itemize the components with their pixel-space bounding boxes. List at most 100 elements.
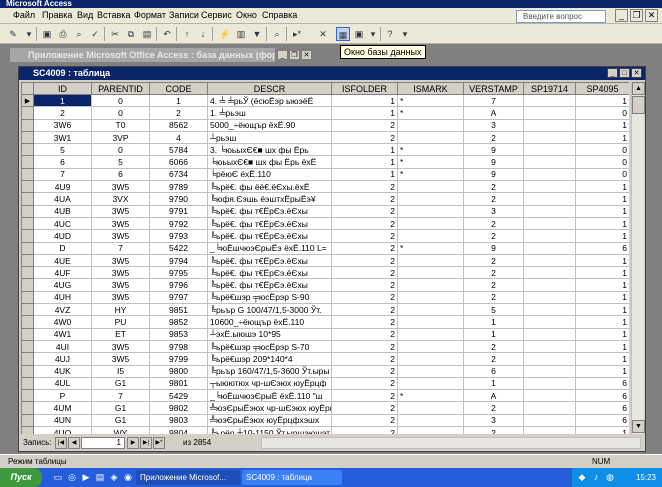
cell-verstamp[interactable]: 2 bbox=[463, 180, 524, 194]
column-header-id[interactable]: ID bbox=[33, 82, 92, 95]
database-window-icon[interactable]: ▦ bbox=[336, 27, 350, 41]
table-row[interactable]: 4UM G1 9802 ╩юэЄрыЁэюх чр-шЄэюх юуЁрцф 2 2 6 bbox=[21, 401, 629, 415]
cell-ismark[interactable] bbox=[397, 315, 464, 329]
cell-verstamp[interactable]: 2 bbox=[463, 278, 524, 292]
cell-descr[interactable]: ╚юфя.Єэшь ёэштхЁрыЁэ¥ bbox=[207, 192, 332, 206]
cell-parentid[interactable]: 3W5 bbox=[91, 266, 150, 280]
row-selector[interactable] bbox=[21, 352, 34, 366]
cell-ismark[interactable]: * bbox=[397, 167, 464, 182]
table-window-titlebar[interactable]: SC4009 : таблица bbox=[19, 67, 645, 80]
row-selector[interactable] bbox=[21, 327, 34, 341]
cell-parentid[interactable]: 3W5 bbox=[91, 216, 150, 231]
cell-sp4095[interactable]: 1 bbox=[575, 204, 629, 218]
cell-ismark[interactable] bbox=[397, 278, 464, 292]
find-icon[interactable]: ⌕ bbox=[270, 27, 284, 41]
cell-code[interactable]: 9794 bbox=[149, 253, 208, 268]
cell-sp19714[interactable] bbox=[523, 290, 576, 305]
help-icon[interactable]: ? bbox=[383, 27, 397, 41]
cell-sp19714[interactable] bbox=[523, 106, 576, 120]
help-search-input[interactable]: Введите вопрос bbox=[516, 10, 606, 23]
previous-record-icon[interactable]: ◀ bbox=[68, 437, 80, 449]
cell-code[interactable]: 9790 bbox=[149, 192, 208, 206]
menu-format[interactable]: Формат bbox=[134, 10, 166, 20]
cell-descr[interactable]: ┬ыюютюх чр-шЄэюх юуЁрцф bbox=[207, 376, 332, 391]
cell-verstamp[interactable]: 9 bbox=[463, 143, 524, 157]
cell-isfolder[interactable]: 2 bbox=[331, 376, 398, 391]
cell-id[interactable]: 4VZ bbox=[33, 303, 92, 317]
cell-descr[interactable]: ╚ьрё€шэр ╤юсЁрэр S-70 bbox=[207, 339, 332, 354]
cell-sp19714[interactable] bbox=[523, 253, 576, 268]
cell-verstamp[interactable]: 3 bbox=[463, 413, 524, 428]
cell-sp4095[interactable]: 1 bbox=[575, 266, 629, 280]
cell-verstamp[interactable]: 5 bbox=[463, 303, 524, 317]
cell-sp4095[interactable]: 0 bbox=[575, 167, 629, 182]
cell-ismark[interactable]: * bbox=[397, 106, 464, 120]
cell-sp19714[interactable] bbox=[523, 266, 576, 280]
quicklaunch-app2-icon[interactable]: ◉ bbox=[122, 471, 134, 483]
cell-parentid[interactable]: 3W5 bbox=[91, 352, 150, 366]
cell-descr[interactable]: _╘юЁшчюэЄрыЁ ёхЁ.110 "ш bbox=[207, 389, 332, 403]
cell-isfolder[interactable]: 1 bbox=[331, 106, 398, 120]
cell-parentid[interactable]: 3VX bbox=[91, 192, 150, 206]
spelling-icon[interactable]: ✓ bbox=[88, 27, 102, 41]
cell-parentid[interactable]: 3W5 bbox=[91, 180, 150, 194]
save-icon[interactable]: ▣ bbox=[40, 27, 54, 41]
cell-sp19714[interactable] bbox=[523, 278, 576, 292]
next-record-icon[interactable]: ▶ bbox=[127, 437, 139, 449]
cell-sp4095[interactable]: 6 bbox=[575, 389, 629, 403]
cell-code[interactable]: 8562 bbox=[149, 118, 208, 132]
cell-parentid[interactable]: 7 bbox=[91, 241, 150, 255]
cell-parentid[interactable]: HY bbox=[91, 303, 150, 317]
table-row[interactable]: 4UI 3W5 9798 ╚ьрё€шэр ╤юсЁрэр S-70 2 2 1 bbox=[21, 339, 629, 354]
cell-code[interactable]: 6734 bbox=[149, 167, 208, 182]
cell-ismark[interactable]: * bbox=[397, 143, 464, 157]
table-row[interactable]: 2 0 2 1. ╧рьэш 1 * A 0 bbox=[21, 106, 629, 120]
cell-descr[interactable]: 5000_÷ёющър ёхЁ.90 bbox=[207, 118, 332, 132]
copy-icon[interactable]: ⧉ bbox=[124, 27, 138, 41]
cell-parentid[interactable]: ET bbox=[91, 327, 150, 341]
cell-sp19714[interactable] bbox=[523, 180, 576, 194]
cell-verstamp[interactable]: 2 bbox=[463, 216, 524, 231]
column-header-descr[interactable]: DESCR bbox=[207, 82, 332, 95]
table-row[interactable]: 4UF 3W5 9795 ╚ьрё€. фы т€ЁрЄэ.ёЄхы 2 2 1 bbox=[21, 266, 629, 280]
cell-descr[interactable]: ╚ьрё€шэр 209*140*4 bbox=[207, 352, 332, 366]
cell-verstamp[interactable]: 2 bbox=[463, 266, 524, 280]
cell-parentid[interactable]: PU bbox=[91, 315, 150, 329]
cell-sp4095[interactable]: 6 bbox=[575, 413, 629, 428]
cell-parentid[interactable]: WY bbox=[91, 426, 150, 434]
cell-verstamp[interactable]: 2 bbox=[463, 290, 524, 305]
cell-id[interactable]: 4UF bbox=[33, 266, 92, 280]
cell-id[interactable]: 5 bbox=[33, 143, 92, 157]
row-selector[interactable] bbox=[21, 376, 34, 391]
table-row[interactable]: 4VZ HY 9851 ╚рьър G 100/47/1,5-3000 Ўт. 2 5 1 bbox=[21, 303, 629, 317]
cell-sp4095[interactable]: 1 bbox=[575, 303, 629, 317]
cell-isfolder[interactable]: 2 bbox=[331, 118, 398, 132]
paste-icon[interactable]: ▤ bbox=[140, 27, 154, 41]
cell-verstamp[interactable]: 2 bbox=[463, 401, 524, 415]
table-row[interactable]: 4UK I5 9800 ╚рьър 160/47/1,5-3600 Ўт.ыры 2 6 1 bbox=[21, 364, 629, 378]
cell-isfolder[interactable]: 2 bbox=[331, 413, 398, 428]
current-record-indicator-icon[interactable]: ▶ bbox=[21, 93, 34, 108]
cell-code[interactable]: 9796 bbox=[149, 278, 208, 292]
cell-sp19714[interactable] bbox=[523, 303, 576, 317]
cell-code[interactable]: 5422 bbox=[149, 241, 208, 255]
cell-verstamp[interactable]: 9 bbox=[463, 241, 524, 255]
cell-sp4095[interactable]: 6 bbox=[575, 401, 629, 415]
new-record-icon[interactable]: ▸* bbox=[290, 27, 304, 41]
cell-ismark[interactable] bbox=[397, 376, 464, 391]
row-selector[interactable] bbox=[21, 130, 34, 145]
cell-id[interactable]: 1 bbox=[33, 93, 92, 108]
cell-sp4095[interactable]: 1 bbox=[575, 130, 629, 145]
row-selector[interactable] bbox=[21, 118, 34, 132]
cell-ismark[interactable] bbox=[397, 426, 464, 434]
cell-verstamp[interactable]: 2 bbox=[463, 130, 524, 145]
cell-sp19714[interactable] bbox=[523, 315, 576, 329]
cell-isfolder[interactable]: 2 bbox=[331, 290, 398, 305]
quicklaunch-media-icon[interactable]: ▶ bbox=[80, 471, 92, 483]
cell-code[interactable]: 9801 bbox=[149, 376, 208, 391]
menu-records[interactable]: Записи bbox=[169, 10, 199, 20]
new-object-icon[interactable]: ▣ bbox=[352, 27, 366, 41]
cell-parentid[interactable]: 0 bbox=[91, 143, 150, 157]
cell-descr[interactable]: ╚рьър G 100/47/1,5-3000 Ўт. bbox=[207, 303, 332, 317]
table-row[interactable]: 4UO WY 9804 ╚ьрёр ╪10-1150 Ўт.ырщэюшэт 2 2 1 bbox=[21, 426, 629, 434]
